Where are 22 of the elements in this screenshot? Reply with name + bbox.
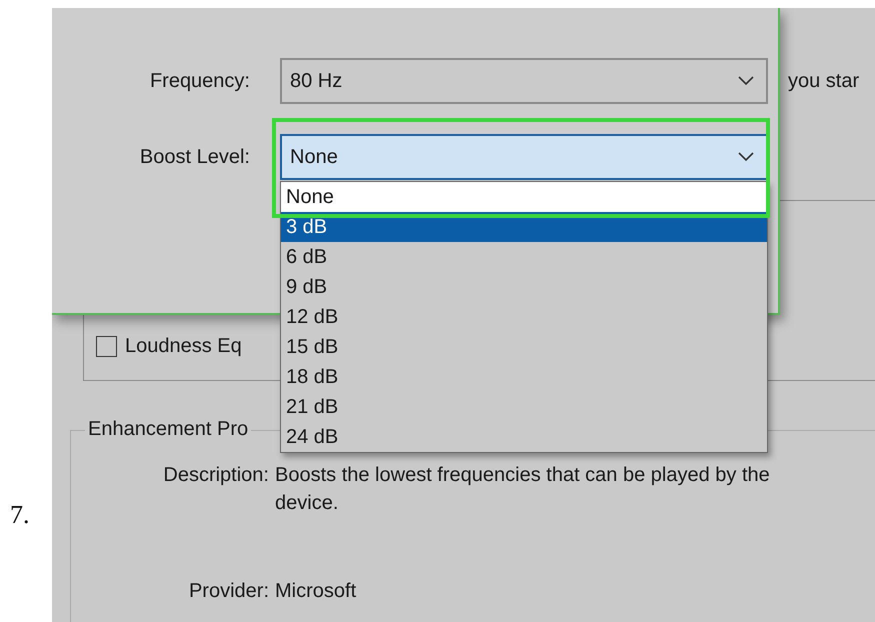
description-label: Description: [162,463,269,488]
dropdown-option[interactable]: 6 dB [281,242,767,272]
cut-off-text: you star [788,70,860,93]
step-number: 7. [10,500,30,530]
checkbox[interactable] [96,336,117,357]
provider-text: Microsoft [275,579,358,604]
dropdown-option[interactable]: 15 dB [281,332,767,362]
description-text: Boosts the lowest frequencies that can be played by the device. [275,463,771,516]
dropdown-option[interactable]: None [281,182,767,212]
chevron-down-icon [738,152,754,162]
dropdown-option[interactable]: 24 dB [281,422,767,452]
field-label: Boost Level: [138,146,250,168]
dropdown-option[interactable]: 18 dB [281,362,767,392]
provider-label: Provider: [188,579,269,604]
field-label: Frequency: [148,70,250,92]
chevron-down-icon [738,76,754,86]
checkbox-label: Loudness Eq [125,335,242,358]
dropdown-option[interactable]: 21 dB [281,392,767,422]
dropdown-field[interactable]: 80 Hz [280,58,768,104]
dropdown-field[interactable]: None [280,134,768,180]
dropdown-option[interactable]: 9 dB [281,272,767,302]
dropdown-option[interactable]: 12 dB [281,302,767,332]
